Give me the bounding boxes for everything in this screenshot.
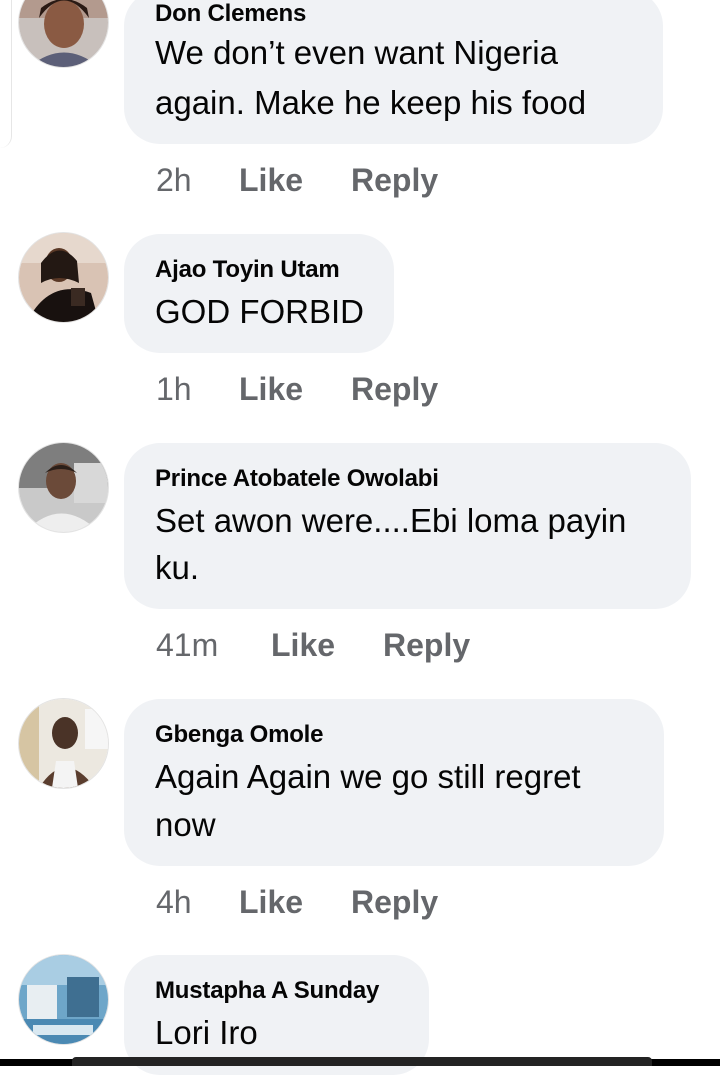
- comment-bubble: Gbenga Omole Again Again we go still reg…: [124, 699, 664, 866]
- like-button[interactable]: Like: [239, 884, 303, 921]
- profile-photo-icon: [19, 233, 108, 322]
- adjacent-panel-edge: [0, 0, 12, 148]
- home-indicator[interactable]: [72, 1057, 652, 1066]
- reply-button[interactable]: Reply: [383, 627, 470, 664]
- comment-author[interactable]: Mustapha A Sunday: [155, 977, 379, 1005]
- comment-text-line: GOD FORBID: [155, 293, 365, 330]
- profile-photo-icon: [19, 699, 108, 788]
- comment-text-line: Again Again we go still regret: [155, 758, 581, 795]
- avatar[interactable]: [19, 699, 108, 788]
- comment-author[interactable]: Gbenga Omole: [155, 721, 323, 749]
- comment-text-line: We don’t even want Nigeria: [155, 34, 558, 71]
- comment-text-line: now: [155, 806, 216, 843]
- reply-button[interactable]: Reply: [351, 371, 438, 408]
- avatar[interactable]: [19, 0, 108, 67]
- profile-photo-icon: [19, 443, 108, 532]
- profile-photo-icon: [19, 955, 108, 1044]
- comment-timestamp[interactable]: 1h: [156, 371, 192, 408]
- comment-text-line: again. Make he keep his food: [155, 84, 587, 121]
- comment-text-line: ku.: [155, 549, 200, 586]
- like-button[interactable]: Like: [239, 162, 303, 199]
- comment-author[interactable]: Don Clemens: [155, 0, 306, 28]
- comment-bubble: Prince Atobatele Owolabi Set awon were..…: [124, 443, 691, 609]
- avatar[interactable]: [19, 955, 108, 1044]
- reply-button[interactable]: Reply: [351, 884, 438, 921]
- avatar[interactable]: [19, 443, 108, 532]
- comment-timestamp[interactable]: 4h: [156, 884, 192, 921]
- like-button[interactable]: Like: [271, 627, 335, 664]
- comment-text-line: Set awon were....Ebi loma payin: [155, 502, 627, 539]
- comment-author[interactable]: Prince Atobatele Owolabi: [155, 465, 439, 493]
- like-button[interactable]: Like: [239, 371, 303, 408]
- comment-timestamp[interactable]: 2h: [156, 162, 192, 199]
- comment-bubble: Don Clemens We don’t even want Nigeria a…: [124, 0, 663, 144]
- reply-button[interactable]: Reply: [351, 162, 438, 199]
- comment-author[interactable]: Ajao Toyin Utam: [155, 256, 340, 284]
- profile-photo-icon: [19, 0, 108, 67]
- comment-timestamp[interactable]: 41m: [156, 627, 218, 664]
- comment-text-line: Lori Iro: [155, 1014, 258, 1051]
- avatar[interactable]: [19, 233, 108, 322]
- comment-bubble: Ajao Toyin Utam GOD FORBID: [124, 234, 394, 353]
